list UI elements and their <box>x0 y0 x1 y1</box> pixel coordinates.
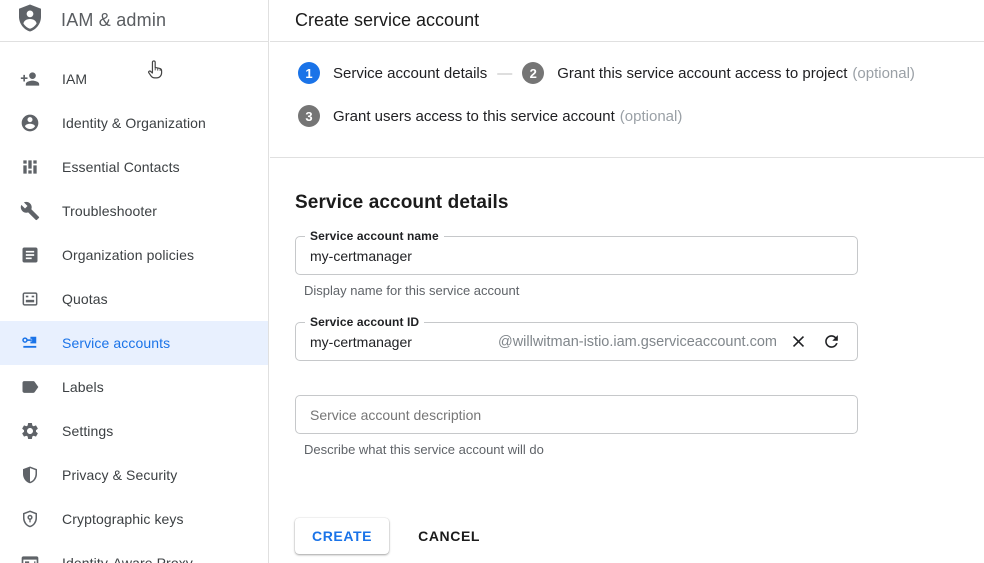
id-domain-suffix: @willwitman-istio.iam.gserviceaccount.co… <box>498 334 777 350</box>
step-3-label-text: Grant users access to this service accou… <box>333 108 615 125</box>
step-connector: — <box>497 65 512 82</box>
cancel-button[interactable]: CANCEL <box>418 528 480 544</box>
step-3-label: Grant users access to this service accou… <box>333 108 682 125</box>
sidebar-nav: IAM Identity & Organization Essential Co… <box>0 42 268 563</box>
proxy-card-icon <box>19 552 41 563</box>
sidebar-item-service-accounts[interactable]: Service accounts <box>0 321 268 365</box>
stepper-row-1: 1 Service account details — 2 Grant this… <box>298 62 964 84</box>
app-title: IAM & admin <box>61 10 166 31</box>
step-2-label: Grant this service account access to pro… <box>557 65 915 82</box>
step-2-circle: 2 <box>522 62 544 84</box>
quota-album-icon <box>19 288 41 310</box>
page-title: Create service account <box>295 10 479 31</box>
main-content: Create service account 1 Service account… <box>270 0 984 563</box>
sidebar-item-organization-policies[interactable]: Organization policies <box>0 233 268 277</box>
close-icon[interactable] <box>786 330 810 354</box>
section-title: Service account details <box>295 192 984 214</box>
contacts-bars-icon <box>19 156 41 178</box>
service-account-description-input[interactable] <box>310 407 843 423</box>
wrench-icon <box>19 200 41 222</box>
sidebar-item-label: Cryptographic keys <box>62 511 184 527</box>
sidebar-item-labels[interactable]: Labels <box>0 365 268 409</box>
name-field-label: Service account name <box>305 229 444 243</box>
name-field-group: Service account name Display name for th… <box>295 236 858 298</box>
create-button[interactable]: CREATE <box>295 518 389 554</box>
service-account-form: Service account details Service account … <box>270 158 984 554</box>
step-3-optional: (optional) <box>620 108 683 125</box>
sidebar-item-label: Organization policies <box>62 247 194 263</box>
step-3-circle: 3 <box>298 105 320 127</box>
sidebar-item-label: IAM <box>62 71 87 87</box>
document-icon <box>19 244 41 266</box>
description-field-group: Describe what this service account will … <box>295 395 858 457</box>
form-actions: CREATE CANCEL <box>295 518 984 554</box>
name-field-helper: Display name for this service account <box>304 283 858 298</box>
step-2-optional: (optional) <box>852 65 915 82</box>
sidebar-item-label: Settings <box>62 423 113 439</box>
sidebar-item-quotas[interactable]: Quotas <box>0 277 268 321</box>
account-circle-icon <box>19 112 41 134</box>
shield-key-icon <box>19 508 41 530</box>
sidebar: IAM & admin IAM Identity & Organization … <box>0 0 269 563</box>
sidebar-item-iam[interactable]: IAM <box>0 57 268 101</box>
step-1-circle: 1 <box>298 62 320 84</box>
step-2-label-text: Grant this service account access to pro… <box>557 65 847 82</box>
iam-admin-shield-icon <box>15 3 45 38</box>
label-tag-icon <box>19 376 41 398</box>
service-account-description-field[interactable] <box>295 395 858 434</box>
sidebar-item-label: Troubleshooter <box>62 203 157 219</box>
sidebar-header: IAM & admin <box>0 0 268 42</box>
sidebar-item-label: Labels <box>62 379 104 395</box>
sidebar-item-label: Privacy & Security <box>62 467 177 483</box>
sidebar-item-troubleshooter[interactable]: Troubleshooter <box>0 189 268 233</box>
description-field-helper: Describe what this service account will … <box>304 442 858 457</box>
gear-icon <box>19 420 41 442</box>
sidebar-item-identity-aware-proxy[interactable]: Identity-Aware Proxy <box>0 541 268 563</box>
sidebar-item-label: Identity-Aware Proxy <box>62 555 193 563</box>
sidebar-item-label: Service accounts <box>62 335 170 351</box>
service-account-key-icon <box>19 332 41 354</box>
service-account-name-field[interactable]: Service account name <box>295 236 858 275</box>
page-header: Create service account <box>270 0 984 42</box>
sidebar-item-privacy-security[interactable]: Privacy & Security <box>0 453 268 497</box>
stepper-row-2: 3 Grant users access to this service acc… <box>298 105 964 127</box>
sidebar-item-settings[interactable]: Settings <box>0 409 268 453</box>
refresh-icon[interactable] <box>819 330 843 354</box>
service-account-id-input[interactable] <box>310 334 458 350</box>
stepper: 1 Service account details — 2 Grant this… <box>270 42 984 158</box>
sidebar-item-label: Quotas <box>62 291 108 307</box>
service-account-name-input[interactable] <box>310 248 843 264</box>
service-account-id-field[interactable]: Service account ID @willwitman-istio.iam… <box>295 322 858 361</box>
step-1-label: Service account details <box>333 65 487 82</box>
sidebar-item-label: Identity & Organization <box>62 115 206 131</box>
id-field-group: Service account ID @willwitman-istio.iam… <box>295 322 858 361</box>
id-field-label: Service account ID <box>305 315 424 329</box>
sidebar-item-cryptographic-keys[interactable]: Cryptographic keys <box>0 497 268 541</box>
sidebar-item-identity-organization[interactable]: Identity & Organization <box>0 101 268 145</box>
sidebar-item-essential-contacts[interactable]: Essential Contacts <box>0 145 268 189</box>
shield-half-icon <box>19 464 41 486</box>
sidebar-item-label: Essential Contacts <box>62 159 180 175</box>
person-add-icon <box>19 68 41 90</box>
